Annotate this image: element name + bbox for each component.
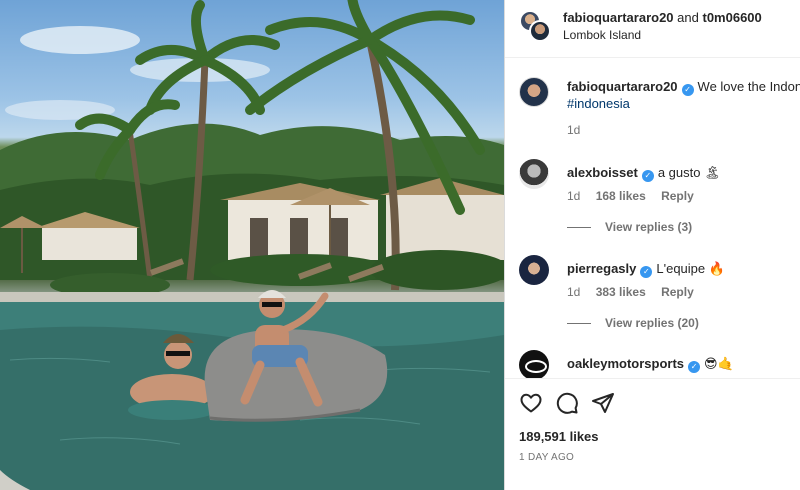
- comment-meta: 1d 168 likes Reply: [567, 189, 706, 203]
- heart-icon[interactable]: [519, 391, 543, 415]
- author-username[interactable]: fabioquartararo20: [563, 10, 674, 25]
- verified-badge-icon: ✓: [681, 84, 694, 96]
- caption-hashtag[interactable]: #indonesia: [567, 96, 630, 111]
- post-side-panel: fabioquartararo20 and t0m06600 Lombok Is…: [505, 0, 800, 490]
- comment-text: pierregasly ✓ L'equipe 🔥: [567, 261, 725, 278]
- avatar: [529, 20, 551, 42]
- view-replies-label: View replies (20): [605, 316, 699, 330]
- view-replies-button[interactable]: View replies (20): [567, 316, 699, 330]
- verified-badge-icon: ✓: [640, 266, 653, 278]
- comments-list[interactable]: fabioquartararo20 ✓ We love the Indone #in…: [505, 59, 800, 379]
- verified-badge-icon: ✓: [641, 170, 654, 182]
- comment-icon[interactable]: [555, 391, 579, 415]
- verified-badge-icon: ✓: [688, 361, 701, 373]
- avatar[interactable]: [519, 77, 549, 107]
- comment-likes[interactable]: 383 likes: [596, 285, 646, 299]
- comment-time: 1d: [567, 189, 581, 203]
- replies-line: [567, 323, 591, 325]
- caption-meta: 1d: [567, 123, 592, 137]
- comment-body: L'equipe 🔥: [656, 261, 725, 276]
- view-replies-button[interactable]: View replies (3): [567, 220, 692, 234]
- coauthor-username[interactable]: t0m06600: [703, 10, 762, 25]
- post-location[interactable]: Lombok Island: [563, 28, 641, 42]
- authors-conjunction: and: [677, 10, 699, 25]
- comment-username[interactable]: oakleymotorsports: [567, 356, 684, 371]
- comment-body: 😎🤙: [704, 356, 734, 371]
- avatar[interactable]: [519, 159, 549, 189]
- comment-meta: 1d 383 likes Reply: [567, 285, 706, 299]
- post-timestamp: 1 DAY AGO: [519, 452, 575, 463]
- post-authors: fabioquartararo20 and t0m06600: [563, 10, 762, 25]
- caption-text: fabioquartararo20 ✓ We love the Indone #in…: [567, 79, 800, 112]
- post-header: fabioquartararo20 and t0m06600 Lombok Is…: [505, 0, 800, 58]
- reply-button[interactable]: Reply: [661, 189, 694, 203]
- caption-body: We love the Indone: [697, 79, 800, 94]
- comment-body: a gusto 🏝: [657, 165, 721, 180]
- post-photo[interactable]: [0, 0, 504, 490]
- likes-count[interactable]: 189,591 likes: [519, 429, 599, 444]
- comment-likes[interactable]: 168 likes: [596, 189, 646, 203]
- collab-avatars[interactable]: [519, 10, 551, 42]
- avatar[interactable]: [519, 255, 549, 285]
- replies-line: [567, 227, 591, 229]
- avatar[interactable]: [519, 350, 549, 379]
- photo-illustration: [0, 0, 504, 490]
- share-icon[interactable]: [591, 391, 615, 415]
- view-replies-label: View replies (3): [605, 220, 693, 234]
- caption-username[interactable]: fabioquartararo20: [567, 79, 678, 94]
- comment-text: oakleymotorsports ✓ 😎🤙: [567, 356, 734, 373]
- post-actions: 189,591 likes 1 DAY AGO: [505, 378, 800, 490]
- comment-username[interactable]: pierregasly: [567, 261, 636, 276]
- reply-button[interactable]: Reply: [661, 285, 694, 299]
- comment-username[interactable]: alexboisset: [567, 165, 638, 180]
- comment-text: alexboisset ✓ a gusto 🏝: [567, 165, 721, 182]
- caption-time: 1d: [567, 123, 581, 137]
- comment-time: 1d: [567, 285, 581, 299]
